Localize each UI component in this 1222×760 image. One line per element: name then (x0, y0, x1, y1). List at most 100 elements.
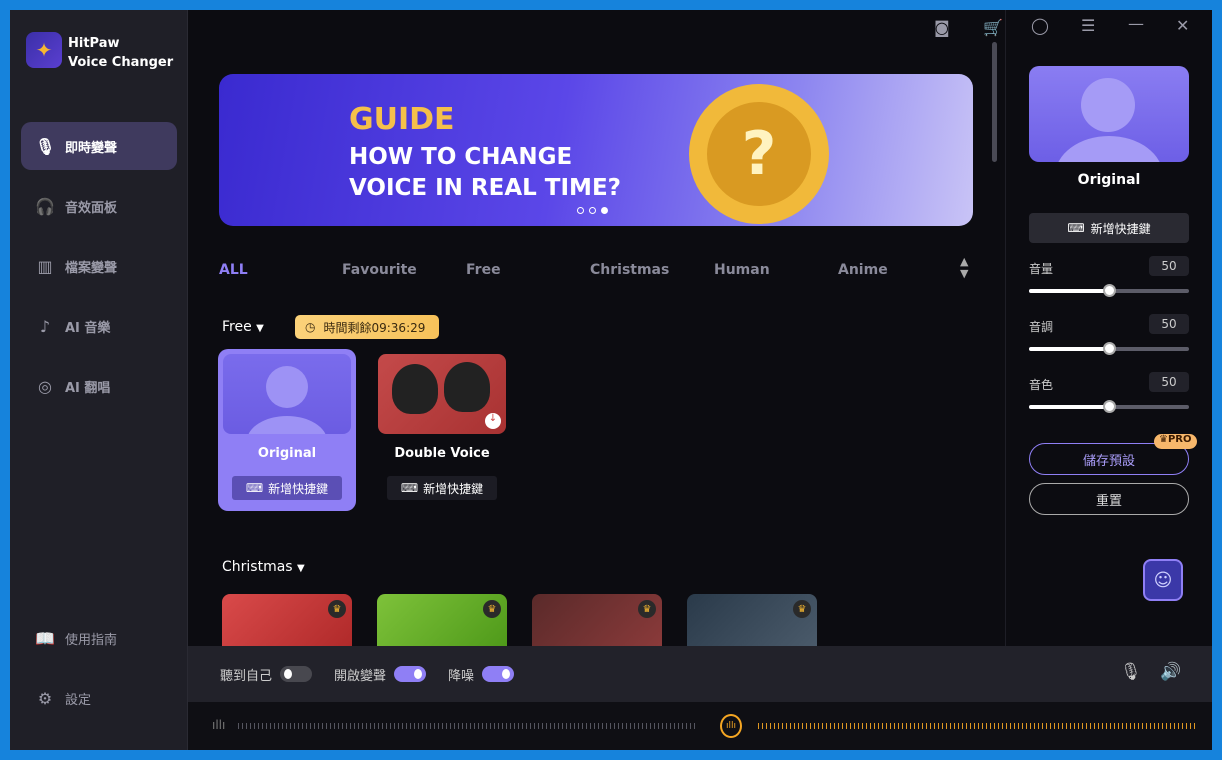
shortcut-label: 新增快捷鍵 (1090, 221, 1151, 236)
caret-down-icon: ▼ (297, 563, 305, 574)
tab-anime[interactable]: Anime (838, 262, 888, 278)
scroll-tabs-icon[interactable]: ▲ ▼ (960, 256, 968, 280)
sidebar: ✦ HitPaw Voice Changer 🎙 即時變聲 🎧 音效面板 ▥ 檔案變聲 … (10, 10, 188, 750)
voice-thumb-grinch[interactable]: ♛ (377, 594, 507, 646)
voice-card-original[interactable]: Original ⌨ 新增快捷鍵 (218, 349, 356, 511)
pitch-label: 音調 (1029, 320, 1054, 334)
waveform-center-icon: ıllı (720, 714, 742, 738)
discord-icon[interactable]: ◙ (934, 18, 950, 37)
shortcut-label: 新增快捷鍵 (423, 481, 484, 496)
section-title: Christmas (222, 559, 293, 575)
minimize-icon[interactable]: — (1128, 14, 1144, 33)
output-waveform (758, 723, 1198, 729)
original-avatar (223, 354, 351, 434)
add-shortcut-button[interactable]: ⌨ 新增快捷鍵 (387, 476, 497, 500)
add-shortcut-button[interactable]: ⌨ 新增快捷鍵 (1029, 213, 1189, 243)
tab-free[interactable]: Free (466, 262, 501, 278)
banner-line: VOICE IN REAL TIME? (349, 175, 621, 201)
bottom-controls: 聽到自己 開啟變聲 降噪 🎙 🔊 (188, 646, 1212, 702)
cart-icon[interactable]: 🛒 (983, 18, 1003, 37)
app-name-line1: HitPaw (68, 36, 120, 51)
sidebar-item-label: AI 翻唱 (65, 380, 111, 396)
scrollbar[interactable] (992, 42, 997, 162)
toggle-label: 降噪 (448, 668, 475, 684)
voice-thumb-santa[interactable]: ♛ (222, 594, 352, 646)
timbre-value[interactable]: 50 (1149, 372, 1189, 392)
app-window: ✦ HitPaw Voice Changer 🎙 即時變聲 🎧 音效面板 ▥ 檔案變聲 … (10, 10, 1212, 750)
add-shortcut-button[interactable]: ⌨ 新增快捷鍵 (232, 476, 342, 500)
microphone-icon[interactable]: 🎙 (1120, 662, 1142, 682)
input-waveform (238, 723, 698, 729)
tab-christmas[interactable]: Christmas (590, 262, 669, 278)
tab-favourite[interactable]: Favourite (342, 262, 417, 278)
chat-support-icon[interactable]: ☺ (1143, 559, 1183, 601)
app-name-line2: Voice Changer (68, 55, 174, 70)
sidebar-item-guide[interactable]: 📖 使用指南 (21, 614, 177, 662)
menu-icon[interactable]: ☰ (1081, 16, 1095, 35)
clock-icon: ◷ (305, 320, 316, 334)
tab-human[interactable]: Human (714, 262, 770, 278)
sidebar-item-realtime[interactable]: 🎙 即時變聲 (21, 122, 177, 170)
hear-myself-toggle[interactable]: 聽到自己 (220, 665, 313, 684)
timer-badge: ◷ 時間剩餘09:36:29 (295, 315, 439, 339)
sidebar-item-label: 音效面板 (65, 200, 118, 216)
double-voice-image: ↓ (378, 354, 506, 434)
toggle-switch[interactable] (394, 666, 427, 682)
shortcut-label: 新增快捷鍵 (268, 481, 329, 496)
pitch-slider[interactable] (1029, 342, 1189, 355)
volume-value[interactable]: 50 (1149, 256, 1189, 276)
sidebar-item-label: 檔案變聲 (65, 260, 118, 276)
speaker-icon[interactable]: 🔊 (1160, 662, 1181, 682)
toggle-switch[interactable] (482, 666, 515, 682)
keyboard-icon: ⌨ (400, 481, 419, 495)
sidebar-item-label: AI 音樂 (65, 320, 111, 336)
sidebar-item-soundboard[interactable]: 🎧 音效面板 (21, 182, 177, 230)
input-wave-icon: ıllı (212, 718, 226, 732)
sidebar-item-settings[interactable]: ⚙ 設定 (21, 674, 177, 722)
selected-voice-name: Original (1077, 172, 1141, 188)
timbre-slider[interactable] (1029, 400, 1189, 413)
voice-thumb-redhead[interactable]: ♛ (532, 594, 662, 646)
audio-waveform: ıllı ıllı (188, 702, 1212, 750)
voice-card-double-voice[interactable]: ↓ Double Voice ⌨ 新增快捷鍵 (373, 349, 511, 511)
user-icon[interactable]: ◯ (1031, 16, 1049, 35)
toggle-switch[interactable] (280, 666, 313, 682)
carousel-dot[interactable] (577, 207, 584, 214)
banner-subtitle: HOW TO CHANGE VOICE IN REAL TIME? (349, 142, 621, 204)
close-icon[interactable]: ✕ (1176, 16, 1189, 35)
pitch-value[interactable]: 50 (1149, 314, 1189, 334)
christmas-section-dropdown[interactable]: Christmas ▼ (222, 559, 305, 575)
timer-text: 時間剩餘09:36:29 (323, 320, 426, 335)
microphone-icon: 🎙 (35, 136, 56, 156)
sidebar-item-ai-cover[interactable]: ◎ AI 翻唱 (21, 362, 177, 410)
crown-icon: ♛ (328, 600, 346, 618)
voice-thumb-zombie[interactable]: ♛ (687, 594, 817, 646)
selected-voice-avatar (1029, 66, 1189, 162)
pro-label: PRO (1167, 434, 1192, 445)
carousel-dot[interactable] (601, 207, 608, 214)
sidebar-item-ai-music[interactable]: ♪ AI 音樂 (21, 302, 177, 350)
sidebar-item-file[interactable]: ▥ 檔案變聲 (21, 242, 177, 290)
free-section-dropdown[interactable]: Free ▼ (222, 319, 264, 335)
volume-slider[interactable] (1029, 284, 1189, 297)
voice-change-toggle[interactable]: 開啟變聲 (334, 665, 427, 684)
app-logo-icon: ✦ (26, 32, 62, 68)
tab-all[interactable]: ALL (219, 262, 248, 278)
crown-icon: ♛ (483, 600, 501, 618)
guide-banner[interactable]: GUIDE HOW TO CHANGE VOICE IN REAL TIME? ? (219, 74, 973, 226)
section-title: Free (222, 319, 252, 335)
keyboard-icon: ⌨ (245, 481, 264, 495)
voice-settings-panel: ◯ ☰ — ✕ Original ⌨ 新增快捷鍵 音量 50 音調 50 音色 5… (1005, 10, 1212, 646)
toggle-label: 聽到自己 (220, 668, 273, 684)
keyboard-icon: ⌨ (1067, 221, 1085, 235)
banner-title: GUIDE (349, 102, 455, 137)
toggle-label: 開啟變聲 (334, 668, 387, 684)
book-icon: 📖 (35, 628, 55, 648)
download-icon[interactable]: ↓ (485, 413, 501, 429)
carousel-dot[interactable] (589, 207, 596, 214)
reset-button[interactable]: 重置 (1029, 483, 1189, 515)
vinyl-icon: ◎ (38, 376, 52, 396)
carousel-dots[interactable] (577, 207, 608, 214)
main-content: ◙ 🛒 GUIDE HOW TO CHANGE VOICE IN REAL TIM… (188, 10, 1005, 646)
noise-reduction-toggle[interactable]: 降噪 (448, 665, 515, 684)
